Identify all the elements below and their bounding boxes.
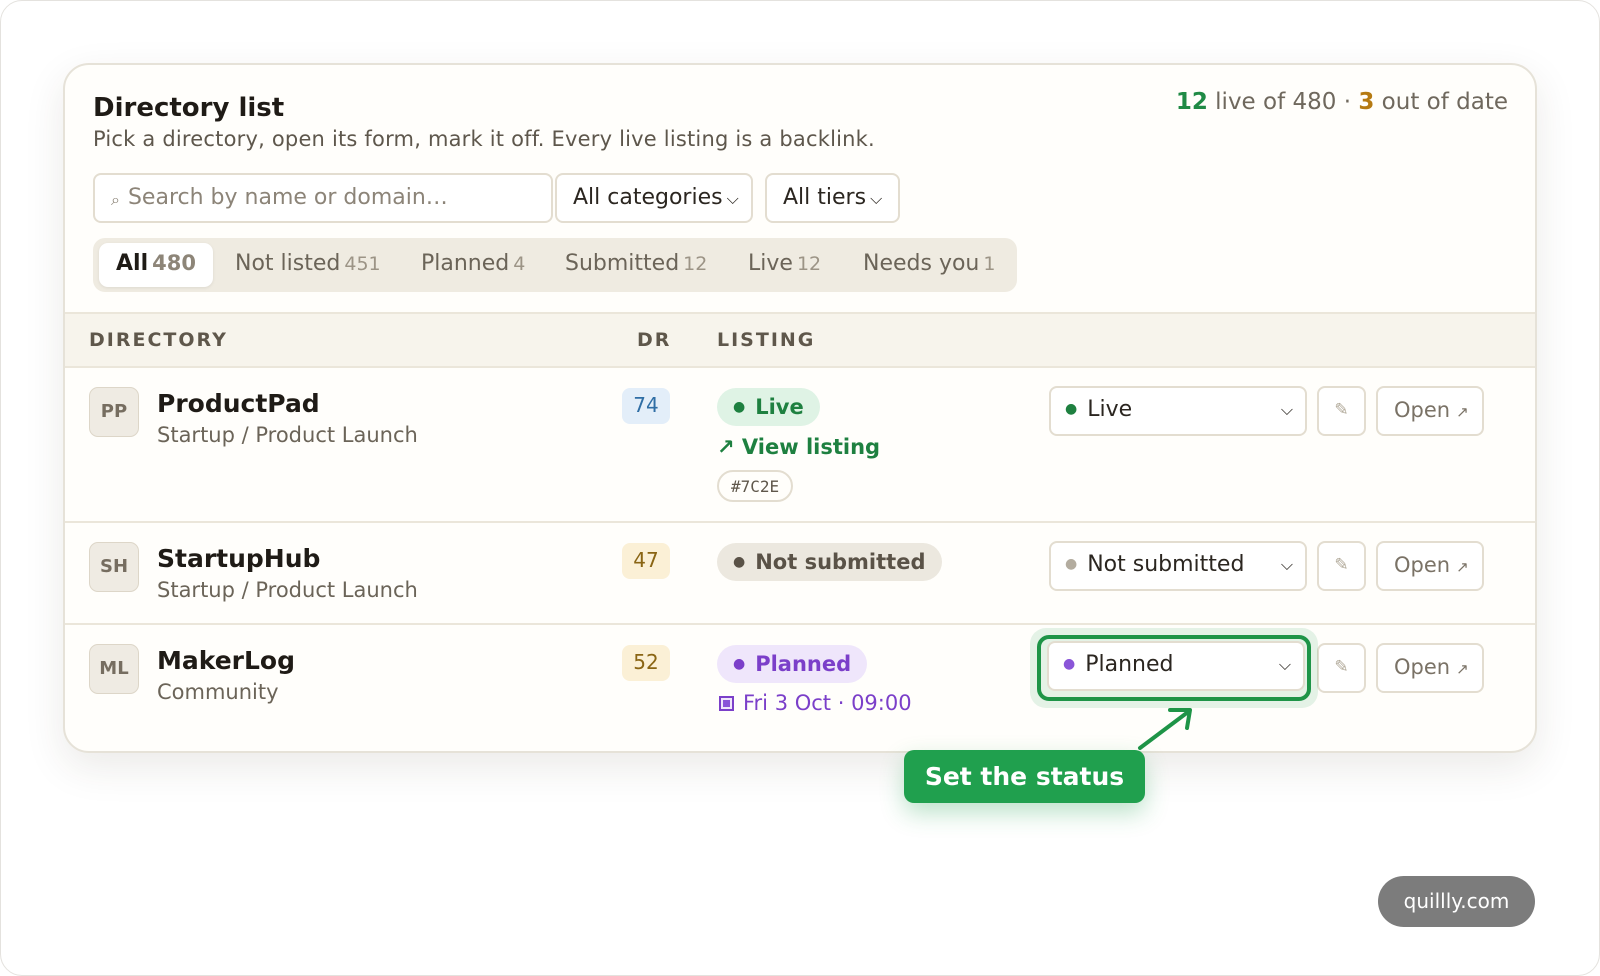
- status-dot-icon: ●: [733, 399, 746, 415]
- table-row: SH StartupHub Startup / Product Launch 4…: [65, 523, 1535, 625]
- open-button[interactable]: Open ↗: [1376, 386, 1484, 436]
- open-button-label: Open: [1394, 655, 1451, 679]
- tab-needs-you[interactable]: Needs you 1: [863, 243, 995, 287]
- callout-tooltip: Set the status: [904, 750, 1145, 803]
- external-link-icon: ↗: [1456, 403, 1469, 421]
- pencil-icon: ✎: [1334, 657, 1349, 677]
- status-dot-icon: ●: [733, 554, 746, 570]
- listing-tag: #7C2E: [717, 470, 794, 502]
- tab-not-listed[interactable]: Not listed 451: [235, 243, 381, 287]
- tab-count: 12: [683, 253, 708, 275]
- status-dot-icon: ●: [733, 656, 746, 672]
- directory-name[interactable]: MakerLog: [157, 646, 295, 675]
- status-pill: ● Not submitted: [717, 543, 942, 581]
- avatar: SH: [89, 542, 139, 592]
- chevron-down-icon: ⌵: [1280, 555, 1293, 574]
- edit-button[interactable]: ✎: [1317, 643, 1366, 693]
- status-tabs: All 480 Not listed 451 Planned 4 Submitted 1…: [93, 238, 1017, 292]
- tab-label: Needs you: [863, 251, 980, 276]
- tab-count: 12: [796, 253, 822, 275]
- calendar-icon: [719, 696, 734, 711]
- status-dot-icon: ●: [1065, 556, 1078, 572]
- tab-label: Not listed: [235, 251, 341, 276]
- tab-live[interactable]: Live 12: [748, 243, 821, 287]
- watermark-badge: quillly.com: [1378, 876, 1535, 927]
- external-link-icon: ↗: [1456, 660, 1469, 678]
- avatar: PP: [89, 387, 139, 437]
- directory-category: Community: [157, 680, 279, 704]
- view-listing-label: View listing: [741, 435, 881, 459]
- status-select-value: Not submitted: [1087, 552, 1245, 577]
- tab-count: 451: [344, 253, 381, 275]
- search-field[interactable]: ⌕: [93, 173, 553, 223]
- tab-all[interactable]: All 480: [99, 243, 213, 287]
- tab-count: 1: [983, 253, 996, 275]
- select-highlight-ring: [1037, 635, 1311, 701]
- external-link-icon: ↗: [1456, 558, 1469, 576]
- tab-planned[interactable]: Planned 4: [421, 243, 525, 287]
- status-pill: ● Planned: [717, 645, 868, 683]
- tier-dropdown-label: All tiers: [783, 185, 867, 210]
- directory-name[interactable]: StartupHub: [157, 544, 320, 573]
- edit-button[interactable]: ✎: [1317, 541, 1366, 591]
- summary-stats: 12 live of 480 · 3 out of date: [1176, 89, 1508, 115]
- category-dropdown[interactable]: All categories ⌵: [555, 173, 753, 223]
- status-pill-label: Planned: [755, 652, 852, 676]
- open-button[interactable]: Open ↗: [1376, 643, 1484, 693]
- tab-submitted[interactable]: Submitted 12: [565, 243, 707, 287]
- pencil-icon: ✎: [1334, 400, 1349, 420]
- page-title: Directory list: [93, 93, 285, 123]
- avatar: ML: [89, 644, 139, 694]
- chevron-down-icon: ⌵: [1280, 400, 1293, 419]
- directory-name[interactable]: ProductPad: [157, 389, 320, 418]
- live-count: 12: [1175, 89, 1208, 115]
- pencil-icon: ✎: [1334, 555, 1349, 575]
- tab-label: Live: [748, 251, 793, 276]
- dr-badge: 74: [622, 388, 670, 424]
- status-pill-label: Not submitted: [755, 550, 926, 574]
- live-text: live of 480 ·: [1207, 89, 1359, 115]
- tab-count: 480: [152, 251, 196, 275]
- callout-arrow-icon: [1138, 708, 1192, 750]
- chevron-down-icon: ⌵: [870, 189, 883, 208]
- table-row: PP ProductPad Startup / Product Launch 7…: [65, 368, 1535, 523]
- edit-button[interactable]: ✎: [1317, 386, 1366, 436]
- directory-category: Startup / Product Launch: [157, 578, 418, 602]
- status-select[interactable]: ● Not submitted ⌵: [1049, 541, 1307, 591]
- planned-date-text: Fri 3 Oct · 09:00: [743, 691, 912, 715]
- tab-label: Planned: [421, 251, 510, 276]
- open-button[interactable]: Open ↗: [1376, 541, 1484, 591]
- tab-count: 4: [513, 253, 526, 275]
- dr-badge: 47: [622, 543, 670, 579]
- open-button-label: Open: [1394, 398, 1451, 422]
- open-button-label: Open: [1394, 553, 1451, 577]
- page-subtitle: Pick a directory, open its form, mark it…: [93, 127, 875, 151]
- tab-label: All: [116, 251, 149, 276]
- chevron-down-icon: ⌵: [726, 189, 739, 208]
- status-select-value: Live: [1087, 397, 1133, 422]
- tab-label: Submitted: [565, 251, 680, 276]
- status-pill: ● Live: [717, 388, 820, 426]
- search-input[interactable]: [127, 185, 528, 210]
- dr-badge: 52: [622, 645, 670, 681]
- planned-date: Fri 3 Oct · 09:00: [719, 691, 912, 715]
- search-icon: ⌕: [111, 190, 120, 209]
- category-dropdown-label: All categories: [573, 185, 723, 210]
- directory-category: Startup / Product Launch: [157, 423, 418, 447]
- column-header-listing: LISTING: [717, 329, 816, 351]
- tier-dropdown[interactable]: All tiers ⌵: [765, 173, 900, 223]
- column-header-directory: DIRECTORY: [89, 329, 228, 351]
- status-select[interactable]: ● Live ⌵: [1049, 386, 1307, 436]
- external-link-icon: ↗: [717, 435, 735, 459]
- out-of-date-count: 3: [1358, 89, 1375, 115]
- table-header: DIRECTORY DR LISTING: [65, 312, 1535, 368]
- column-header-dr: DR: [637, 329, 672, 351]
- out-of-date-text: out of date: [1374, 89, 1508, 115]
- status-dot-icon: ●: [1065, 401, 1078, 417]
- status-pill-label: Live: [755, 395, 804, 419]
- view-listing-link[interactable]: ↗ View listing: [717, 435, 880, 459]
